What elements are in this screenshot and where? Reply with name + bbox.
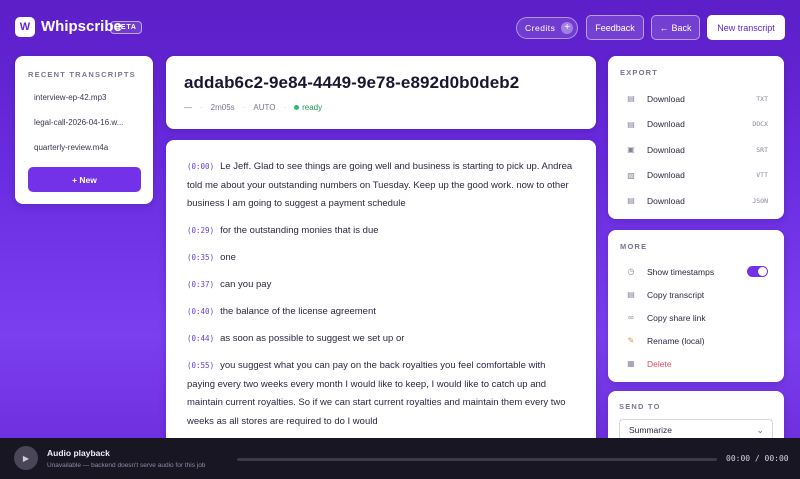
download-label: Download bbox=[647, 93, 685, 104]
beta-badge: BETA bbox=[110, 21, 142, 34]
film-icon: ▧ bbox=[627, 170, 635, 180]
chevron-down-icon: ⌄ bbox=[756, 424, 764, 435]
clock-icon: ◷ bbox=[627, 267, 635, 276]
segment-text: can you pay bbox=[220, 279, 272, 290]
new-button[interactable]: + New bbox=[28, 167, 141, 192]
feedback-button[interactable]: Feedback bbox=[586, 15, 644, 40]
arrow-left-icon: ← bbox=[659, 22, 669, 33]
transcript-meta: — · 2m05s · AUTO · ready bbox=[184, 103, 323, 112]
more-panel: MORE ◷ Show timestamps ▤ Copy transcript… bbox=[608, 230, 784, 382]
send-to-value: Summarize bbox=[629, 425, 672, 435]
trash-icon: ▦ bbox=[627, 359, 635, 368]
transcript-segment: (0:37) can you pay bbox=[187, 276, 576, 295]
duration: 2m05s bbox=[210, 103, 235, 112]
recent-item[interactable]: legal-call-2026-04-16.w... bbox=[28, 113, 140, 138]
status-badge: ready bbox=[294, 103, 322, 112]
pencil-icon: ✎ bbox=[627, 336, 635, 345]
format-label: JSON bbox=[752, 196, 768, 205]
download-txt-button[interactable]: ▤ Download TXT bbox=[620, 86, 772, 112]
export-panel: EXPORT ▤ Download TXT ▤ Download DOCX ▣ … bbox=[608, 56, 784, 219]
transcript-header: addab6c2-9e84-4449-9e78-e892d0b0deb2 — ·… bbox=[166, 56, 596, 129]
more-heading: MORE bbox=[620, 242, 648, 251]
link-icon: ∞ bbox=[628, 313, 634, 322]
back-button[interactable]: ← Back bbox=[651, 15, 700, 40]
recent-transcripts-panel: RECENT TRANSCRIPTS interview-ep-42.mp3 l… bbox=[15, 56, 153, 204]
meta-dash: — bbox=[184, 103, 192, 112]
timestamp[interactable]: (0:44) bbox=[187, 334, 214, 343]
timestamp[interactable]: (0:35) bbox=[187, 253, 214, 262]
transcript-segment: (0:00) Le Jeff. Glad to see things are go… bbox=[187, 158, 576, 214]
transcript-segment: (0:55) you suggest what you can pay on th… bbox=[187, 357, 576, 431]
transcript-body: (0:00) Le Jeff. Glad to see things are go… bbox=[166, 140, 596, 450]
segment-text: you suggest what you can pay on the back… bbox=[187, 360, 566, 427]
segment-text: one bbox=[220, 252, 236, 263]
timestamp[interactable]: (0:55) bbox=[187, 361, 214, 370]
credits-label: Credits bbox=[525, 23, 556, 33]
recent-item[interactable]: quarterly-review.m4a bbox=[28, 138, 140, 163]
audio-subtitle: Unavailable — backend doesn't serve audi… bbox=[47, 461, 206, 469]
status-text: ready bbox=[302, 103, 323, 112]
timestamp[interactable]: (0:37) bbox=[187, 280, 214, 289]
download-srt-button[interactable]: ▣ Download SRT bbox=[620, 137, 772, 163]
timestamp[interactable]: (0:40) bbox=[187, 307, 214, 316]
recent-transcripts-heading: RECENT TRANSCRIPTS bbox=[28, 70, 136, 79]
timestamp[interactable]: (0:29) bbox=[187, 226, 214, 235]
audio-time: 00:00 / 00:00 bbox=[726, 454, 789, 463]
audio-player: ▶ Audio playback Unavailable — backend d… bbox=[0, 438, 800, 479]
show-timestamps-label: Show timestamps bbox=[647, 266, 715, 277]
new-transcript-button[interactable]: New transcript bbox=[707, 15, 785, 40]
transcript-segment: (0:40) the balance of the license agreeme… bbox=[187, 303, 576, 322]
segment-text: for the outstanding monies that is due bbox=[220, 225, 379, 236]
clipboard-icon: ▤ bbox=[627, 290, 635, 299]
copy-transcript-button[interactable]: ▤ Copy transcript bbox=[620, 283, 772, 306]
language: AUTO bbox=[253, 103, 276, 112]
export-heading: EXPORT bbox=[620, 68, 659, 77]
format-label: TXT bbox=[756, 94, 768, 103]
transcript-segment: (0:29) for the outstanding monies that is… bbox=[187, 222, 576, 241]
audio-title: Audio playback bbox=[47, 448, 110, 458]
send-to-heading: SEND TO bbox=[619, 402, 661, 411]
copy-share-link-label: Copy share link bbox=[647, 312, 706, 323]
timestamp[interactable]: (0:00) bbox=[187, 162, 214, 171]
transcript-title: addab6c2-9e84-4449-9e78-e892d0b0deb2 bbox=[184, 73, 520, 92]
format-label: SRT bbox=[756, 145, 768, 154]
file-code-icon: ▤ bbox=[627, 196, 635, 206]
delete-label: Delete bbox=[647, 358, 672, 369]
download-label: Download bbox=[647, 170, 685, 181]
credits-button[interactable]: Credits + bbox=[516, 17, 578, 39]
show-timestamps-toggle[interactable] bbox=[747, 266, 768, 277]
transcript-segment: (0:44) as soon as possible to suggest we … bbox=[187, 330, 576, 349]
download-label: Download bbox=[647, 144, 685, 155]
format-label: VTT bbox=[756, 171, 768, 180]
back-label: Back bbox=[671, 22, 692, 33]
copy-share-link-button[interactable]: ∞ Copy share link bbox=[620, 306, 772, 329]
recent-item[interactable]: interview-ep-42.mp3 bbox=[28, 88, 140, 113]
clapperboard-icon: ▣ bbox=[627, 145, 635, 155]
rename-button[interactable]: ✎ Rename (local) bbox=[620, 329, 772, 352]
copy-transcript-label: Copy transcript bbox=[647, 289, 705, 300]
delete-button[interactable]: ▦ Delete bbox=[620, 352, 772, 375]
download-label: Download bbox=[647, 119, 685, 130]
segment-text: Le Jeff. Glad to see things are going we… bbox=[187, 161, 573, 209]
document-icon: ▤ bbox=[627, 119, 635, 129]
segment-text: the balance of the license agreement bbox=[220, 306, 376, 317]
rename-label: Rename (local) bbox=[647, 335, 705, 346]
play-icon: ▶ bbox=[22, 453, 30, 463]
format-label: DOCX bbox=[752, 120, 768, 129]
status-dot-icon bbox=[294, 105, 300, 110]
show-timestamps-row: ◷ Show timestamps bbox=[620, 260, 772, 283]
plus-icon: + bbox=[561, 22, 574, 34]
file-text-icon: ▤ bbox=[627, 94, 635, 104]
download-vtt-button[interactable]: ▧ Download VTT bbox=[620, 163, 772, 189]
download-label: Download bbox=[647, 195, 685, 206]
segment-text: as soon as possible to suggest we set up… bbox=[220, 333, 405, 344]
download-json-button[interactable]: ▤ Download JSON bbox=[620, 188, 772, 214]
download-docx-button[interactable]: ▤ Download DOCX bbox=[620, 112, 772, 138]
transcript-segment: (0:35) one bbox=[187, 249, 576, 268]
audio-progress-track[interactable] bbox=[237, 458, 717, 461]
logo-icon: W bbox=[15, 17, 35, 37]
app-header: W Whipscribe BETA Credits + Feedback ← B… bbox=[0, 0, 800, 56]
play-button[interactable]: ▶ bbox=[14, 446, 38, 470]
